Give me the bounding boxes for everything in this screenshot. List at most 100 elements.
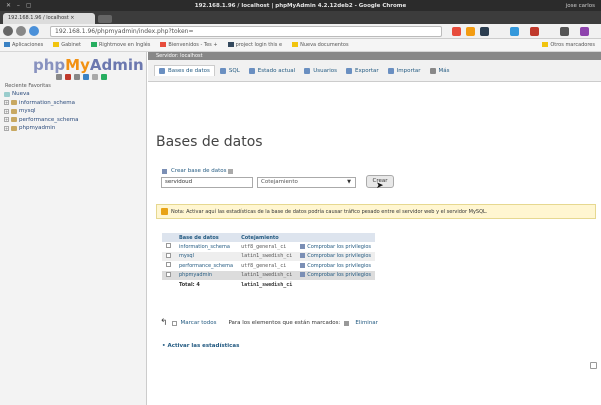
bookmark-item[interactable]: Bienvenidos - Tes + xyxy=(160,42,218,48)
window-title: 192.168.1.96 / localhost | phpMyAdmin 4.… xyxy=(194,2,407,9)
column-header-collation[interactable]: Cotejamiento xyxy=(237,233,297,242)
databases-table: Base de datos Cotejamiento information_s… xyxy=(162,233,376,290)
server-breadcrumb[interactable]: Servidor: localhost xyxy=(148,52,601,60)
database-tree: Nueva + information_schema + mysql + per… xyxy=(4,90,78,133)
expand-icon[interactable]: + xyxy=(4,117,9,123)
check-all-checkbox[interactable] xyxy=(171,320,177,326)
row-checkbox[interactable] xyxy=(166,262,171,268)
folder-icon xyxy=(292,42,299,47)
row-checkbox[interactable] xyxy=(166,243,171,249)
tab-sql[interactable]: SQL xyxy=(216,66,244,76)
collation-select[interactable]: Cotejamiento ▼ xyxy=(257,177,356,188)
back-icon[interactable] xyxy=(3,26,13,36)
url-input[interactable]: 192.168.1.96/phpmyadmin/index.php?token= xyxy=(50,26,442,37)
tab-export[interactable]: Exportar xyxy=(342,66,383,76)
extension-icon[interactable] xyxy=(480,27,489,36)
help-icon[interactable] xyxy=(228,168,234,174)
check-privileges-link[interactable]: Comprobar los privilegios xyxy=(296,261,376,271)
tab-label: 192.168.1.96 / localhost × xyxy=(8,15,75,21)
new-tab-button[interactable] xyxy=(98,15,112,23)
recent-favorites-tabs[interactable]: Reciente Favoritas xyxy=(5,83,51,89)
import-icon xyxy=(387,67,394,74)
tree-node[interactable]: + phpmyadmin xyxy=(4,124,78,133)
create-database-label[interactable]: Crear base de datos xyxy=(162,168,235,174)
menu-icon[interactable] xyxy=(560,27,569,36)
expand-icon[interactable]: + xyxy=(4,100,9,106)
database-icon xyxy=(159,68,165,74)
database-icon xyxy=(11,108,17,114)
row-checkbox[interactable] xyxy=(166,271,171,277)
query-icon[interactable] xyxy=(83,74,89,80)
tree-node[interactable]: + performance_schema xyxy=(4,116,78,125)
database-icon xyxy=(11,117,17,123)
new-database-icon xyxy=(4,91,10,97)
home-icon[interactable] xyxy=(56,74,62,80)
tree-node-new[interactable]: Nueva xyxy=(4,90,78,99)
bookmark-item[interactable]: Rightmove en Inglés xyxy=(90,42,150,48)
tab-import[interactable]: Importar xyxy=(384,66,425,76)
check-privileges-link[interactable]: Comprobar los privilegios xyxy=(296,251,376,261)
users-icon xyxy=(304,67,311,74)
bookmark-item[interactable]: Nueva documentos xyxy=(292,42,349,48)
tree-node[interactable]: + information_schema xyxy=(4,99,78,108)
column-header-database[interactable]: Base de datos xyxy=(175,233,238,242)
folder-icon xyxy=(160,42,167,47)
top-menu: Bases de datos SQL Estado actual Usuario… xyxy=(148,60,601,82)
window-titlebar: ✕ – ▢ 192.168.1.96 / localhost | phpMyAd… xyxy=(0,0,601,11)
bookmark-item[interactable]: Gabinet xyxy=(53,42,81,48)
extension-icon[interactable] xyxy=(580,27,589,36)
expand-icon[interactable]: + xyxy=(4,108,9,114)
database-name[interactable]: information_schema xyxy=(175,242,238,252)
reload-icon[interactable] xyxy=(29,26,39,36)
check-privileges-link[interactable]: Comprobar los privilegios xyxy=(296,242,376,252)
database-collation: latin1_swedish_ci xyxy=(237,270,297,280)
row-checkbox[interactable] xyxy=(166,252,171,258)
docs-icon[interactable] xyxy=(74,74,80,80)
drop-icon xyxy=(344,320,350,326)
browser-tab[interactable]: 192.168.1.96 / localhost × xyxy=(3,13,95,24)
drop-button[interactable]: Eliminar xyxy=(355,320,378,326)
tab-more[interactable]: Más xyxy=(426,66,454,76)
extension-icon[interactable] xyxy=(452,27,461,36)
extension-icon[interactable] xyxy=(530,27,539,36)
tab-status[interactable]: Estado actual xyxy=(245,66,299,76)
bookmark-item[interactable]: Aplicaciones xyxy=(4,42,43,48)
folder-icon xyxy=(53,42,60,47)
total-row: Total: 4 latin1_swedish_ci xyxy=(162,280,376,290)
folder-icon xyxy=(542,42,549,47)
reload-icon[interactable] xyxy=(101,74,107,80)
nav-icons xyxy=(56,74,107,80)
check-privileges-link[interactable]: Comprobar los privilegios xyxy=(296,270,376,280)
bookmark-item[interactable]: project login this e xyxy=(227,42,282,48)
database-collation: utf8_general_ci xyxy=(237,261,297,271)
database-name[interactable]: phpmyadmin xyxy=(175,270,238,280)
expand-icon[interactable]: + xyxy=(4,125,9,131)
database-name-input[interactable]: servidoud xyxy=(161,177,253,188)
check-all-label[interactable]: Marcar todos xyxy=(181,320,217,326)
window-user: jose carlos xyxy=(565,2,595,9)
bookmarks-bar: Aplicaciones Gabinet Rightmove en Inglés… xyxy=(0,39,601,52)
status-icon xyxy=(248,67,255,74)
address-bar: 192.168.1.96/phpmyadmin/index.php?token= xyxy=(0,24,601,39)
tab-users[interactable]: Usuarios xyxy=(300,66,341,76)
database-collation: latin1_swedish_ci xyxy=(237,251,297,261)
tree-node[interactable]: + mysql xyxy=(4,107,78,116)
bookmark-item[interactable]: Otros marcadores xyxy=(542,42,595,48)
exit-icon[interactable] xyxy=(65,74,71,80)
settings-icon[interactable] xyxy=(92,74,98,80)
phpmyadmin-logo[interactable]: phpMyAdmin xyxy=(33,56,144,74)
forward-icon[interactable] xyxy=(16,26,26,36)
extension-icon[interactable] xyxy=(466,27,475,36)
create-database-icon xyxy=(162,168,167,174)
database-name[interactable]: mysql xyxy=(175,251,238,261)
extension-icon[interactable] xyxy=(510,27,519,36)
console-toggle-icon[interactable] xyxy=(590,362,597,369)
enable-statistics-link[interactable]: • Activar las estadísticas xyxy=(162,343,239,349)
tab-databases[interactable]: Bases de datos xyxy=(154,65,215,76)
main-panel: Servidor: localhost Bases de datos SQL E… xyxy=(148,52,601,405)
chevron-down-icon: ▼ xyxy=(347,179,351,185)
window-controls[interactable]: ✕ – ▢ xyxy=(6,2,34,9)
database-name[interactable]: performance_schema xyxy=(175,261,238,271)
table-row: performance_schema utf8_general_ci Compr… xyxy=(162,261,376,271)
stats-notice: Nota: Activar aquí las estadísticas de l… xyxy=(156,204,596,219)
